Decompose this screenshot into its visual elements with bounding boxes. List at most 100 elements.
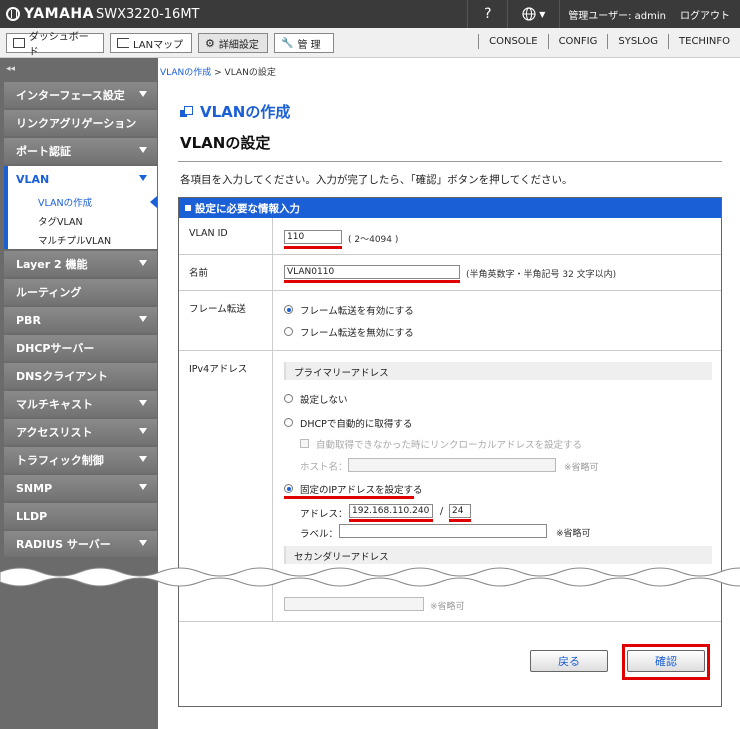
wrench-icon: 🔧	[281, 37, 294, 49]
section-title: VLANの設定	[180, 134, 271, 152]
breadcrumb-parent-link[interactable]: VLANの作成	[160, 68, 211, 78]
ip-none-radio[interactable]	[284, 394, 293, 403]
lanmap-button[interactable]: LANマップ	[110, 33, 192, 53]
vlan-id-hint: ( 2～4094 )	[348, 235, 399, 245]
secondary-address-input[interactable]	[284, 597, 424, 611]
chevron-down-icon	[139, 456, 147, 462]
gear-icon: ⚙	[205, 36, 215, 50]
confirm-button[interactable]: 確認	[627, 650, 705, 672]
vlan-id-label: VLAN ID	[179, 218, 273, 254]
chevron-down-icon	[139, 400, 147, 406]
ip-label-input[interactable]	[339, 524, 547, 538]
linklocal-checkbox[interactable]	[300, 439, 309, 448]
page-title: VLANの作成	[180, 101, 290, 122]
console-link[interactable]: CONSOLE	[478, 34, 547, 49]
highlight-underline	[284, 280, 460, 283]
highlight-underline	[449, 519, 471, 522]
sidebar-subitem-tag-vlan[interactable]: タグVLAN	[8, 211, 157, 230]
logout-link[interactable]: ログアウト	[674, 0, 740, 28]
frame-disable-label[interactable]: フレーム転送を無効にする	[300, 325, 414, 339]
ip-static-label[interactable]: 固定のIPアドレスを設定する	[300, 482, 423, 496]
prefix-separator: /	[440, 506, 444, 517]
language-selector[interactable]: ▼	[507, 0, 559, 28]
techinfo-link[interactable]: TECHINFO	[668, 34, 740, 49]
address-label: アドレス：	[300, 509, 348, 520]
ip-static-radio[interactable]	[284, 484, 293, 493]
sidebar-nav: インターフェース設定 リンクアグリゲーション ポート認証 VLAN VLANの作…	[4, 82, 157, 559]
yamaha-logo: YAMAHA	[6, 6, 94, 22]
sidebar-item-lldp[interactable]: LLDP	[4, 503, 157, 529]
frame-disable-radio[interactable]	[284, 327, 293, 336]
sidebar-item-dhcp-server[interactable]: DHCPサーバー	[4, 335, 157, 361]
sidebar-item-interface[interactable]: インターフェース設定	[4, 82, 157, 108]
sidebar: ◂◂ インターフェース設定 リンクアグリゲーション ポート認証 VLAN VLA…	[0, 58, 158, 729]
collapse-sidebar-icon[interactable]: ◂◂	[6, 64, 15, 74]
sidebar-item-access-list[interactable]: アクセスリスト	[4, 419, 157, 445]
sidebar-item-radius[interactable]: RADIUS サーバー	[4, 531, 157, 557]
chevron-down-icon	[139, 428, 147, 434]
user-label: 管理ユーザー: admin	[559, 0, 674, 28]
name-label: 名前	[179, 255, 273, 290]
globe-icon	[522, 7, 536, 21]
lanmap-icon	[117, 38, 129, 48]
hostname-input[interactable]	[348, 458, 556, 472]
window-icon	[180, 105, 193, 118]
prefix-input[interactable]: 24	[449, 504, 471, 518]
sidebar-item-routing[interactable]: ルーティング	[4, 279, 157, 305]
syslog-link[interactable]: SYSLOG	[607, 34, 668, 49]
sidebar-item-dns-client[interactable]: DNSクライアント	[4, 363, 157, 389]
highlight-underline	[284, 246, 342, 249]
back-button[interactable]: 戻る	[530, 650, 608, 672]
dashboard-icon	[13, 38, 25, 48]
chevron-down-icon	[139, 260, 147, 266]
sidebar-item-traffic-control[interactable]: トラフィック制御	[4, 447, 157, 473]
sidebar-item-layer2[interactable]: Layer 2 機能	[4, 251, 157, 277]
sidebar-item-port-auth[interactable]: ポート認証	[4, 138, 157, 164]
frame-enable-radio[interactable]	[284, 305, 293, 314]
sidebar-item-vlan[interactable]: VLAN	[4, 166, 157, 192]
sidebar-subitem-multiple-vlan[interactable]: マルチプルVLAN	[8, 230, 157, 249]
chevron-down-icon	[139, 147, 147, 153]
dashboard-button[interactable]: ダッシュボード	[6, 32, 104, 58]
help-icon[interactable]: ?	[467, 0, 507, 28]
highlight-underline	[349, 519, 433, 522]
breadcrumb: VLANの作成 > VLANの設定	[160, 68, 276, 78]
detail-settings-button[interactable]: ⚙ 詳細設定	[198, 33, 268, 53]
frame-enable-label[interactable]: フレーム転送を有効にする	[300, 303, 414, 317]
sidebar-item-link-aggregation[interactable]: リンクアグリゲーション	[4, 110, 157, 136]
highlight-underline	[284, 496, 414, 499]
form-header: 設定に必要な情報入力	[179, 198, 721, 218]
chevron-down-icon	[139, 316, 147, 322]
cut-wave	[0, 567, 740, 587]
vlan-subnav: VLANの作成 タグVLAN マルチプルVLAN	[4, 192, 157, 249]
name-row: 名前 VLAN0110 (半角英数字・半角記号 32 文字以内)	[179, 255, 721, 291]
ip-dhcp-radio[interactable]	[284, 418, 293, 427]
title-divider	[178, 161, 722, 162]
sidebar-item-pbr[interactable]: PBR	[4, 307, 157, 333]
config-link[interactable]: CONFIG	[547, 34, 608, 49]
ip-label-optional: ※省略可	[556, 529, 591, 539]
ip-none-label[interactable]: 設定しない	[300, 392, 348, 406]
frame-forward-label: フレーム転送	[179, 291, 273, 350]
instructions-text: 各項目を入力してください。入力が完了したら、「確認」ボタンを押してください。	[180, 174, 573, 186]
primary-address-heading: プライマリーアドレス	[284, 362, 712, 380]
hostname-optional: ※省略可	[564, 463, 599, 473]
vlan-id-input[interactable]: 110	[284, 230, 342, 244]
top-bar: YAMAHA SWX3220-16MT ? ▼ 管理ユーザー: admin ログ…	[0, 0, 740, 28]
management-button[interactable]: 🔧 管 理	[274, 33, 334, 53]
name-input[interactable]: VLAN0110	[284, 265, 460, 279]
chevron-down-icon: ▼	[539, 9, 546, 19]
chevron-down-icon	[139, 484, 147, 490]
toolbar: ダッシュボード LANマップ ⚙ 詳細設定 🔧 管 理 CONSOLE CONF…	[0, 28, 740, 58]
frame-forward-row: フレーム転送 フレーム転送を有効にする フレーム転送を無効にする	[179, 291, 721, 351]
tuning-fork-icon	[6, 7, 20, 21]
address-input[interactable]: 192.168.110.240	[349, 504, 433, 518]
ip-dhcp-label[interactable]: DHCPで自動的に取得する	[300, 416, 412, 430]
sidebar-subitem-vlan-create[interactable]: VLANの作成	[8, 192, 157, 211]
hostname-label: ホスト名：	[300, 462, 348, 473]
settings-form: 設定に必要な情報入力 VLAN ID 110 ( 2～4094 ) 名前 VLA…	[178, 197, 722, 707]
sidebar-item-snmp[interactable]: SNMP	[4, 475, 157, 501]
chevron-down-icon	[139, 540, 147, 546]
sidebar-item-multicast[interactable]: マルチキャスト	[4, 391, 157, 417]
ip-label-label: ラベル：	[300, 529, 339, 540]
